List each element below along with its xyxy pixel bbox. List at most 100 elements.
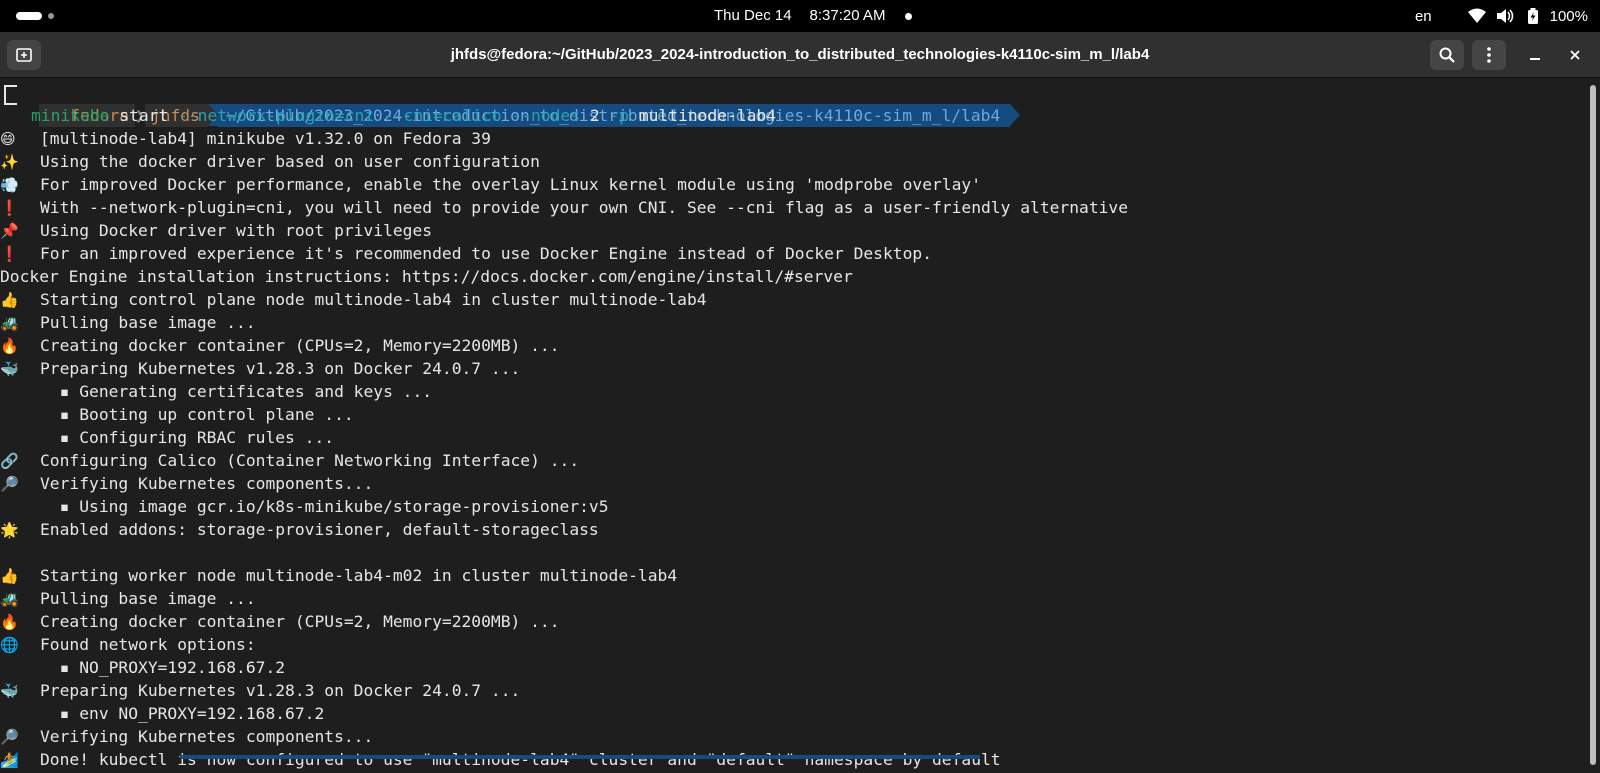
output-line: 👍 Starting control plane node multinode-l…: [0, 288, 1586, 311]
volume-icon: [1494, 7, 1516, 25]
output-text: Starting control plane node multinode-la…: [40, 290, 707, 309]
output-emoji-icon: 📌: [0, 222, 19, 240]
output-text: ▪ Configuring RBAC rules ...: [40, 428, 335, 447]
notification-dot: [905, 13, 912, 20]
prompt-bracket: [4, 85, 17, 105]
output-line: 🌟 Enabled addons: storage-provisioner, de…: [0, 518, 1586, 541]
output-line: 🏄 Done! kubectl is now configured to use …: [0, 748, 1586, 771]
close-button[interactable]: [1560, 40, 1590, 70]
output-line: ❗ For an improved experience it's recomme…: [0, 242, 1586, 265]
system-tray[interactable]: en 100%: [1415, 7, 1588, 25]
command-flag: -p: [609, 106, 630, 125]
output-emoji-icon: 👍: [0, 567, 19, 585]
output-text: ▪ Using image gcr.io/k8s-minikube/storag…: [40, 497, 609, 516]
kebab-menu-icon: [1487, 47, 1491, 63]
output-text: Pulling base image ...: [40, 313, 256, 332]
output-line: 🔥 Creating docker container (CPUs=2, Memo…: [0, 334, 1586, 357]
output-text: With --network-plugin=cni, you will need…: [40, 198, 1129, 217]
output-emoji-icon: 💨: [0, 176, 19, 194]
output-emoji-icon: 🌐: [0, 636, 19, 654]
output-lines: 😄 [multinode-lab4] minikube v1.32.0 on Fe…: [0, 127, 1586, 771]
command-arg: 2: [589, 106, 600, 125]
output-emoji-icon: 🔥: [0, 613, 19, 631]
output-text: Docker Engine installation instructions:…: [0, 267, 853, 286]
output-emoji-icon: 🐳: [0, 360, 19, 378]
output-text: Creating docker container (CPUs=2, Memor…: [40, 336, 560, 355]
output-text: Pulling base image ...: [40, 589, 256, 608]
output-text: Using Docker driver with root privileges: [40, 221, 433, 240]
output-line: 🐳 Preparing Kubernetes v1.28.3 on Docker …: [0, 679, 1586, 702]
prompt-line: fedora ❯ jhfds ~/GitHub/2023_2024-introduct…: [0, 81, 1586, 127]
output-emoji-icon: 👍: [0, 291, 19, 309]
output-line: ▪ Generating certificates and keys ...: [0, 380, 1586, 403]
clock[interactable]: Thu Dec 14 8:37:20 AM: [714, 7, 903, 24]
output-text: Using the docker driver based on user co…: [40, 152, 540, 171]
output-line: 🚜 Pulling base image ...: [0, 311, 1586, 334]
keyboard-language[interactable]: en: [1415, 8, 1432, 25]
output-emoji-icon: 🏄: [0, 751, 19, 769]
output-line: 💨 For improved Docker performance, enable…: [0, 173, 1586, 196]
output-emoji-icon: 🐳: [0, 682, 19, 700]
workspace-indicator[interactable]: [48, 13, 54, 19]
output-emoji-icon: 🔥: [0, 337, 19, 355]
close-icon: [1570, 50, 1580, 60]
output-line: ▪ Booting up control plane ...: [0, 403, 1586, 426]
output-line: ✨ Using the docker driver based on user c…: [0, 150, 1586, 173]
output-emoji-icon: 🔎: [0, 475, 19, 493]
output-text: Creating docker container (CPUs=2, Memor…: [40, 612, 560, 631]
minimize-icon: [1530, 58, 1540, 60]
output-emoji-icon: ❗: [0, 245, 19, 263]
workspace-indicator-active[interactable]: [16, 12, 42, 20]
output-line: ▪ Configuring RBAC rules ...: [0, 426, 1586, 449]
output-text: ▪ env NO_PROXY=192.168.67.2: [40, 704, 325, 723]
output-line: 🔎 Verifying Kubernetes components...: [0, 472, 1586, 495]
output-text: For an improved experience it's recommen…: [40, 244, 932, 263]
output-line: 👍 Starting worker node multinode-lab4-m02…: [0, 564, 1586, 587]
menu-button[interactable]: [1472, 40, 1506, 70]
window-title: jhfds@fedora:~/GitHub/2023_2024-introduc…: [450, 46, 1150, 63]
command-flag: --network-plugin=cni: [178, 106, 375, 125]
command-flag: --nodes: [511, 106, 580, 125]
output-emoji-icon: 😄: [0, 130, 16, 148]
minimize-button[interactable]: [1520, 40, 1550, 70]
output-line: ▪ env NO_PROXY=192.168.67.2: [0, 702, 1586, 725]
output-line: ▪ Using image gcr.io/k8s-minikube/storag…: [0, 495, 1586, 518]
command-arg: multinode-lab4: [638, 106, 777, 125]
output-emoji-icon: ✨: [0, 153, 19, 171]
output-text: Preparing Kubernetes v1.28.3 on Docker 2…: [40, 359, 521, 378]
output-line: 😄 [multinode-lab4] minikube v1.32.0 on Fe…: [0, 127, 1586, 150]
output-text: For improved Docker performance, enable …: [40, 175, 982, 194]
command-flag: --cni=calico: [383, 106, 502, 125]
command-sub: start: [119, 106, 169, 125]
output-line: ▪ NO_PROXY=192.168.67.2: [0, 656, 1586, 679]
output-text: ▪ NO_PROXY=192.168.67.2: [40, 658, 286, 677]
output-text: [multinode-lab4] minikube v1.32.0 on Fed…: [40, 129, 491, 148]
terminal-header-bar: jhfds@fedora:~/GitHub/2023_2024-introduc…: [0, 32, 1600, 78]
clock-date: Thu Dec 14: [714, 7, 792, 24]
scrollbar-thumb[interactable]: [1590, 85, 1596, 765]
battery-icon: [1522, 7, 1544, 25]
output-text: Configuring Calico (Container Networking…: [40, 451, 580, 470]
output-line: 🚜 Pulling base image ...: [0, 587, 1586, 610]
output-line: 🌐 Found network options:: [0, 633, 1586, 656]
output-emoji-icon: 🚜: [0, 314, 19, 332]
output-line: 🐳 Preparing Kubernetes v1.28.3 on Docker …: [0, 357, 1586, 380]
output-emoji-icon: ❗: [0, 199, 19, 217]
terminal-output[interactable]: fedora ❯ jhfds ~/GitHub/2023_2024-introduct…: [0, 79, 1586, 773]
output-text: ▪ Generating certificates and keys ...: [40, 382, 433, 401]
output-text: Found network options:: [40, 635, 256, 654]
search-button[interactable]: [1430, 40, 1464, 70]
output-line: 🔥 Creating docker container (CPUs=2, Memo…: [0, 610, 1586, 633]
system-top-bar: Thu Dec 14 8:37:20 AM en 100%: [0, 0, 1600, 32]
output-emoji-icon: 🔎: [0, 728, 19, 746]
output-text: Verifying Kubernetes components...: [40, 474, 374, 493]
output-line: Docker Engine installation instructions:…: [0, 265, 1586, 288]
search-icon: [1439, 47, 1455, 63]
scrollbar[interactable]: [1586, 79, 1600, 773]
wifi-icon: [1466, 7, 1488, 25]
output-line: ❗ With --network-plugin=cni, you will nee…: [0, 196, 1586, 219]
output-text: Preparing Kubernetes v1.28.3 on Docker 2…: [40, 681, 521, 700]
output-text: Done! kubectl is now configured to use "…: [40, 750, 1001, 769]
output-emoji-icon: 🌟: [0, 521, 19, 539]
